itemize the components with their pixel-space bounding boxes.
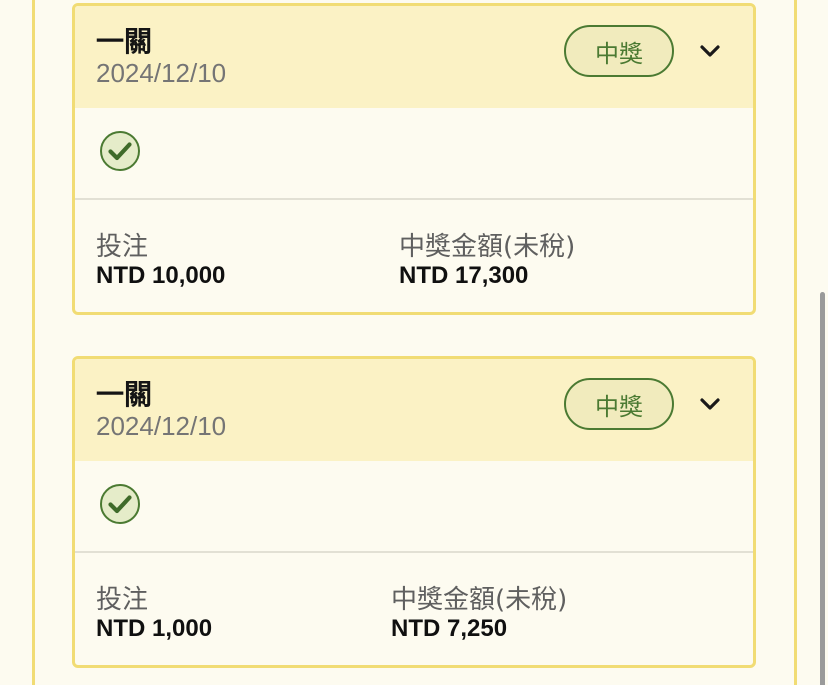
check-circle-icon <box>100 484 140 524</box>
stake-value: NTD 10,000 <box>96 262 226 289</box>
payout-value: NTD 17,300 <box>399 262 529 289</box>
bet-amounts: 投注 NTD 10,000 中獎金額(未稅) NTD 17,300 <box>75 200 753 312</box>
scrollbar[interactable] <box>820 292 825 685</box>
stake-column: 投注 NTD 1,000 <box>96 585 212 643</box>
payout-column: 中獎金額(未稅) NTD 17,300 <box>399 232 575 290</box>
status-badge: 中獎 <box>564 25 674 77</box>
stake-label: 投注 <box>96 232 149 262</box>
bet-amounts: 投注 NTD 1,000 中獎金額(未稅) NTD 7,250 <box>75 553 753 665</box>
status-badge: 中獎 <box>564 378 674 430</box>
bet-date: 2024/12/10 <box>96 411 227 441</box>
payout-label: 中獎金額(未稅) <box>399 232 576 262</box>
payout-value: NTD 7,250 <box>391 615 508 642</box>
bet-card-header[interactable]: 一關 2024/12/10 中獎 <box>75 6 753 108</box>
selection-row <box>75 461 753 553</box>
check-circle-icon <box>100 131 140 171</box>
selection-row <box>75 108 753 200</box>
stake-column: 投注 NTD 10,000 <box>96 232 225 290</box>
stake-label: 投注 <box>96 585 149 615</box>
payout-label: 中獎金額(未稅) <box>391 585 568 615</box>
bet-card[interactable]: 一關 2024/12/10 中獎 投注 NTD 1,000 中獎金額(未稅) N… <box>72 356 756 668</box>
bet-card-header[interactable]: 一關 2024/12/10 中獎 <box>75 359 753 461</box>
bet-date: 2024/12/10 <box>96 58 227 88</box>
bet-type-title: 一關 <box>96 378 153 411</box>
payout-column: 中獎金額(未稅) NTD 7,250 <box>391 585 567 643</box>
bet-card[interactable]: 一關 2024/12/10 中獎 投注 NTD 10,000 中獎金額(未稅) … <box>72 3 756 315</box>
chevron-down-icon[interactable] <box>695 36 725 66</box>
bet-type-title: 一關 <box>96 25 153 58</box>
stake-value: NTD 1,000 <box>96 615 213 642</box>
chevron-down-icon[interactable] <box>695 389 725 419</box>
